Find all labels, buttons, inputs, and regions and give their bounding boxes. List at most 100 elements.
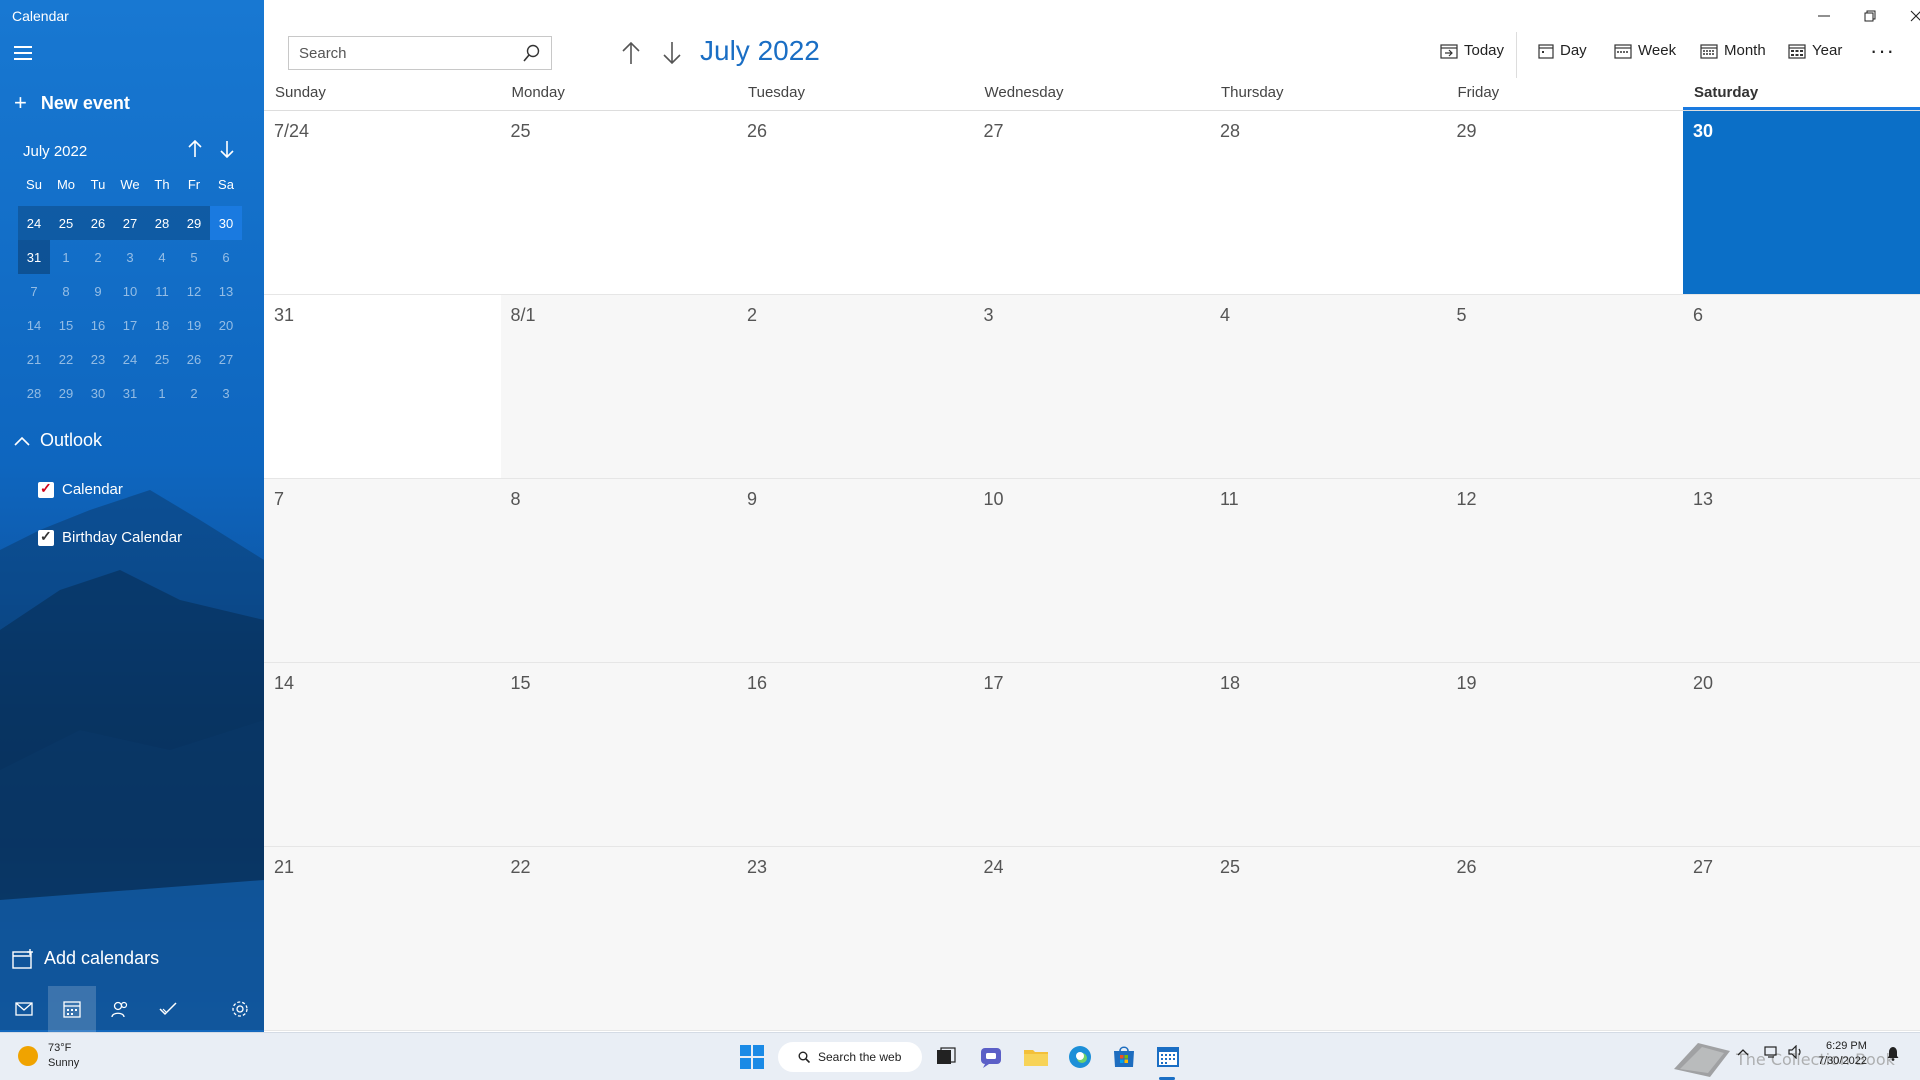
day-cell[interactable]: 15: [500, 663, 737, 846]
mini-day[interactable]: 1: [146, 376, 178, 410]
mini-day[interactable]: 27: [210, 342, 242, 376]
mini-day[interactable]: 7: [18, 274, 50, 308]
day-cell[interactable]: 2: [737, 295, 974, 478]
close-icon[interactable]: [1896, 6, 1920, 26]
mini-day[interactable]: 28: [146, 206, 178, 240]
mini-day[interactable]: 22: [50, 342, 82, 376]
todo-check-icon[interactable]: [144, 986, 192, 1032]
mini-day[interactable]: 28: [18, 376, 50, 410]
mini-day[interactable]: 9: [82, 274, 114, 308]
day-cell[interactable]: 6: [1683, 295, 1920, 478]
search-input[interactable]: [299, 44, 523, 62]
day-cell[interactable]: 20: [1683, 663, 1920, 846]
mini-day[interactable]: 19: [178, 308, 210, 342]
day-view-button[interactable]: Day: [1538, 42, 1587, 59]
mini-day[interactable]: 13: [210, 274, 242, 308]
day-cell[interactable]: 25: [500, 111, 737, 294]
mini-day[interactable]: 14: [18, 308, 50, 342]
year-view-button[interactable]: Year: [1788, 42, 1842, 59]
mini-day[interactable]: 27: [114, 206, 146, 240]
mini-day[interactable]: 3: [114, 240, 146, 274]
mini-day[interactable]: 26: [82, 206, 114, 240]
day-cell[interactable]: 13: [1683, 479, 1920, 662]
notifications-bell-icon[interactable]: [1886, 1045, 1900, 1064]
settings-gear-icon[interactable]: [216, 986, 264, 1032]
mini-day[interactable]: 24: [114, 342, 146, 376]
mini-day[interactable]: 21: [18, 342, 50, 376]
month-title[interactable]: July 2022: [700, 35, 820, 67]
search-box[interactable]: [288, 36, 552, 70]
day-cell[interactable]: 7/24: [264, 111, 501, 294]
mini-day[interactable]: 24: [18, 206, 50, 240]
today-button[interactable]: Today: [1440, 42, 1504, 59]
day-cell[interactable]: 26: [737, 111, 974, 294]
mini-day[interactable]: 3: [210, 376, 242, 410]
day-cell[interactable]: 12: [1446, 479, 1683, 662]
mail-icon[interactable]: [0, 986, 48, 1032]
taskbar-clock[interactable]: 6:29 PM 7/30/2022: [1818, 1039, 1867, 1069]
day-cell[interactable]: 11: [1210, 479, 1447, 662]
mini-day[interactable]: 5: [178, 240, 210, 274]
calendar-app-icon[interactable]: [48, 986, 96, 1032]
show-hidden-icons-chevron-icon[interactable]: [1737, 1047, 1749, 1059]
day-cell[interactable]: 29: [1446, 111, 1683, 294]
taskbar-search-button[interactable]: Search the web: [778, 1042, 922, 1072]
mini-day[interactable]: 29: [178, 206, 210, 240]
week-view-button[interactable]: Week: [1614, 42, 1676, 59]
add-calendars-button[interactable]: Add calendars: [12, 948, 159, 969]
day-cell[interactable]: 5: [1446, 295, 1683, 478]
mini-day[interactable]: 10: [114, 274, 146, 308]
checkbox-checked-icon[interactable]: [38, 528, 54, 546]
people-icon[interactable]: [96, 986, 144, 1032]
day-cell[interactable]: 27: [973, 111, 1210, 294]
network-icon[interactable]: [1764, 1045, 1780, 1062]
calendar-toggle-birthday[interactable]: Birthday Calendar: [38, 528, 182, 546]
hamburger-menu-icon[interactable]: [14, 46, 32, 60]
month-view-button[interactable]: Month: [1700, 42, 1766, 59]
day-cell[interactable]: 24: [973, 847, 1210, 1030]
day-cell[interactable]: 7: [264, 479, 501, 662]
day-cell[interactable]: 19: [1446, 663, 1683, 846]
calendar-taskbar-icon[interactable]: [1154, 1043, 1182, 1071]
next-month-arrow-icon[interactable]: [657, 38, 687, 68]
edge-browser-icon[interactable]: [1066, 1043, 1094, 1071]
volume-icon[interactable]: [1788, 1044, 1804, 1062]
mini-day[interactable]: 1: [50, 240, 82, 274]
mini-day[interactable]: 25: [146, 342, 178, 376]
mini-day[interactable]: 26: [178, 342, 210, 376]
day-cell[interactable]: 8: [500, 479, 737, 662]
day-cell[interactable]: 3: [973, 295, 1210, 478]
previous-month-arrow-icon[interactable]: [616, 38, 646, 68]
mini-day[interactable]: 29: [50, 376, 82, 410]
mini-day[interactable]: 20: [210, 308, 242, 342]
day-cell[interactable]: 26: [1446, 847, 1683, 1030]
day-cell[interactable]: 31: [264, 295, 501, 478]
mini-calendar-header[interactable]: July 2022: [23, 143, 87, 160]
day-cell[interactable]: 23: [737, 847, 974, 1030]
mini-day[interactable]: 15: [50, 308, 82, 342]
windows-start-icon[interactable]: [738, 1043, 766, 1071]
search-icon[interactable]: [523, 44, 541, 62]
day-cell[interactable]: 16: [737, 663, 974, 846]
mini-day[interactable]: 11: [146, 274, 178, 308]
day-cell[interactable]: 10: [973, 479, 1210, 662]
mini-day[interactable]: 6: [210, 240, 242, 274]
file-explorer-icon[interactable]: [1022, 1043, 1050, 1071]
day-cell[interactable]: 21: [264, 847, 501, 1030]
mini-day[interactable]: 4: [146, 240, 178, 274]
mini-day[interactable]: 2: [82, 240, 114, 274]
mini-day[interactable]: 31: [18, 240, 50, 274]
restore-icon[interactable]: [1850, 6, 1890, 26]
calendar-toggle-calendar[interactable]: Calendar: [38, 480, 123, 498]
mini-day[interactable]: 23: [82, 342, 114, 376]
mini-day[interactable]: 31: [114, 376, 146, 410]
outlook-group-header[interactable]: Outlook: [14, 430, 102, 451]
mini-day[interactable]: 25: [50, 206, 82, 240]
day-cell[interactable]: 18: [1210, 663, 1447, 846]
minimize-icon[interactable]: [1804, 6, 1844, 26]
mini-calendar-next-arrow-icon[interactable]: [216, 140, 238, 162]
weather-widget[interactable]: 73°F Sunny: [18, 1041, 79, 1071]
day-cell[interactable]: 14: [264, 663, 501, 846]
mini-day[interactable]: 8: [50, 274, 82, 308]
checkbox-checked-icon[interactable]: [38, 480, 54, 498]
